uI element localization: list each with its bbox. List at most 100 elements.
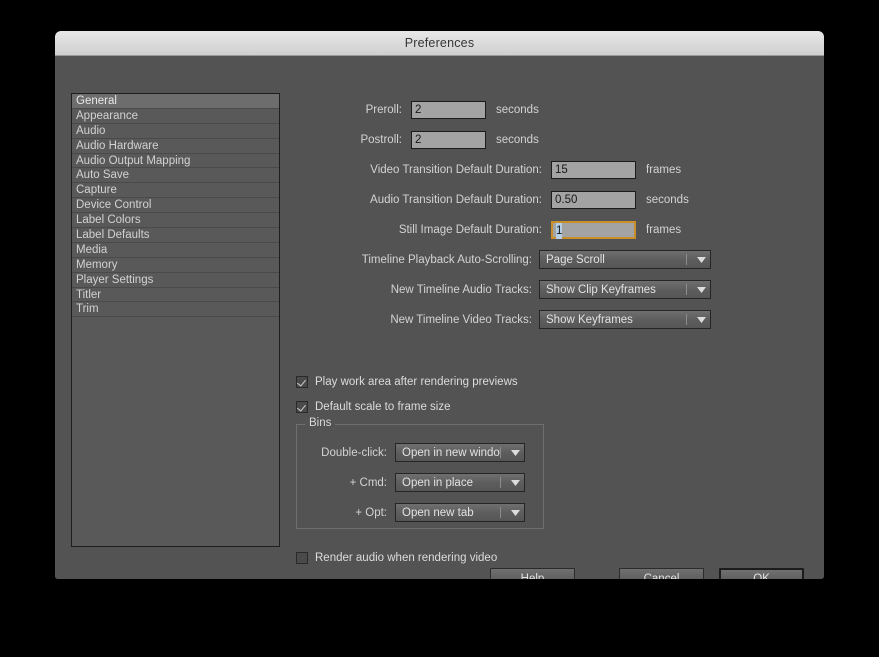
dropdown-separator: [686, 314, 687, 325]
sidebar-item-titler[interactable]: Titler: [72, 288, 279, 303]
play-work-area-checkbox[interactable]: [296, 376, 308, 388]
new-video-tracks-value: Show Keyframes: [546, 313, 633, 326]
sidebar-item-device-control[interactable]: Device Control: [72, 198, 279, 214]
chevron-down-icon: [692, 281, 710, 298]
chevron-down-icon: [506, 504, 524, 521]
sidebar-item-label: Titler: [76, 288, 102, 301]
still-image-duration-row: Still Image Default Duration: 1 frames: [292, 221, 681, 239]
bins-opt-dropdown[interactable]: Open new tab: [395, 503, 525, 522]
sidebar-item-memory[interactable]: Memory: [72, 258, 279, 273]
sidebar-item-auto-save[interactable]: Auto Save: [72, 168, 279, 184]
ok-button[interactable]: OK: [719, 568, 804, 579]
preroll-value: 2: [415, 104, 422, 116]
chevron-down-icon: [692, 311, 710, 328]
sidebar-item-label: Appearance: [76, 109, 139, 122]
dropdown-separator: [500, 477, 501, 488]
play-work-area-row[interactable]: Play work area after rendering previews: [296, 376, 518, 388]
dialog-title: Preferences: [404, 36, 475, 50]
sidebar-item-appearance[interactable]: Appearance: [72, 109, 279, 124]
dropdown-separator: [500, 447, 501, 458]
video-transition-duration-value: 15: [555, 164, 568, 176]
sidebar-item-trim[interactable]: Trim: [72, 302, 279, 318]
cancel-button-label: Cancel: [643, 572, 680, 580]
bins-cmd-dropdown[interactable]: Open in place: [395, 473, 525, 492]
sidebar-item-capture[interactable]: Capture: [72, 183, 279, 199]
sidebar-item-label-defaults[interactable]: Label Defaults: [72, 228, 279, 243]
sidebar-item-label: Device Control: [76, 199, 152, 212]
sidebar-item-label: Label Colors: [76, 214, 141, 227]
bins-opt-value: Open new tab: [402, 506, 474, 519]
chevron-down-icon: [692, 251, 710, 268]
sidebar-item-label: Audio Output Mapping: [76, 154, 191, 167]
new-audio-tracks-value: Show Clip Keyframes: [546, 283, 656, 296]
dropdown-separator: [686, 254, 687, 265]
chevron-down-icon: [506, 444, 524, 461]
sidebar-item-player-settings[interactable]: Player Settings: [72, 273, 279, 288]
still-image-duration-input[interactable]: 1: [551, 221, 636, 239]
auto-scrolling-label: Timeline Playback Auto-Scrolling:: [361, 253, 532, 266]
sidebar-item-label-colors[interactable]: Label Colors: [72, 213, 279, 229]
video-transition-duration-unit: frames: [646, 164, 682, 176]
audio-transition-duration-value: 0.50: [555, 194, 578, 206]
new-audio-tracks-row: New Timeline Audio Tracks: Show Clip Key…: [292, 280, 711, 299]
preroll-row: Preroll: 2 seconds: [292, 101, 602, 119]
auto-scrolling-value: Page Scroll: [546, 253, 605, 266]
default-scale-row[interactable]: Default scale to frame size: [296, 401, 451, 413]
audio-transition-duration-unit: seconds: [646, 194, 689, 206]
new-video-tracks-row: New Timeline Video Tracks: Show Keyframe…: [292, 310, 711, 329]
cancel-button[interactable]: Cancel: [619, 568, 704, 579]
postroll-row: Postroll: 2 seconds: [292, 131, 602, 149]
postroll-value: 2: [415, 134, 422, 146]
bins-double-click-dropdown[interactable]: Open in new window: [395, 443, 525, 462]
new-video-tracks-label: New Timeline Video Tracks:: [390, 313, 532, 326]
preroll-label: Preroll:: [365, 104, 402, 116]
bins-double-click-row: Double-click: Open in new window: [307, 443, 525, 462]
new-audio-tracks-dropdown[interactable]: Show Clip Keyframes: [539, 280, 711, 299]
dropdown-separator: [500, 507, 501, 518]
new-audio-tracks-label: New Timeline Audio Tracks:: [390, 283, 532, 296]
sidebar-item-audio-hardware[interactable]: Audio Hardware: [72, 139, 279, 154]
video-transition-duration-row: Video Transition Default Duration: 15 fr…: [292, 161, 681, 179]
render-audio-checkbox[interactable]: [296, 552, 308, 564]
bins-double-click-label: Double-click:: [321, 446, 387, 459]
still-image-duration-unit: frames: [646, 224, 682, 236]
sidebar-item-label: Audio Hardware: [76, 139, 159, 152]
sidebar-item-label: Player Settings: [76, 273, 154, 286]
audio-transition-duration-input[interactable]: 0.50: [551, 191, 636, 209]
bins-double-click-value: Open in new window: [402, 446, 500, 459]
render-audio-row[interactable]: Render audio when rendering video: [296, 552, 497, 564]
bins-group: Bins Double-click: Open in new window + …: [296, 417, 544, 529]
sidebar-item-general[interactable]: General: [72, 94, 279, 109]
chevron-down-icon: [506, 474, 524, 491]
dialog-body: General Appearance Audio Audio Hardware …: [55, 56, 824, 579]
preferences-category-list[interactable]: General Appearance Audio Audio Hardware …: [71, 93, 280, 547]
general-settings-pane: Preroll: 2 seconds Postroll: 2 seconds V…: [292, 93, 802, 573]
preferences-dialog: Preferences General Appearance Audio Aud…: [55, 31, 824, 579]
sidebar-item-label: Trim: [76, 303, 99, 316]
sidebar-item-audio-output-mapping[interactable]: Audio Output Mapping: [72, 154, 279, 169]
still-image-duration-label: Still Image Default Duration:: [398, 224, 542, 236]
play-work-area-label: Play work area after rendering previews: [315, 376, 518, 388]
video-transition-duration-label: Video Transition Default Duration:: [370, 164, 542, 176]
dropdown-separator: [686, 284, 687, 295]
sidebar-item-label: Memory: [76, 258, 118, 271]
help-button-label: Help: [520, 572, 545, 580]
postroll-input[interactable]: 2: [411, 131, 486, 149]
dialog-titlebar: Preferences: [55, 31, 824, 56]
sidebar-item-label: Capture: [76, 184, 117, 197]
sidebar-item-label: Media: [76, 243, 108, 256]
default-scale-label: Default scale to frame size: [315, 401, 451, 413]
bins-cmd-row: + Cmd: Open in place: [307, 473, 525, 492]
still-image-duration-value: 1: [556, 223, 563, 239]
ok-button-label: OK: [753, 572, 770, 580]
preroll-input[interactable]: 2: [411, 101, 486, 119]
help-button[interactable]: Help: [490, 568, 575, 579]
sidebar-item-label: General: [76, 95, 117, 107]
bins-opt-row: + Opt: Open new tab: [307, 503, 525, 522]
sidebar-item-media[interactable]: Media: [72, 243, 279, 258]
sidebar-item-audio[interactable]: Audio: [72, 124, 279, 139]
default-scale-checkbox[interactable]: [296, 401, 308, 413]
auto-scrolling-dropdown[interactable]: Page Scroll: [539, 250, 711, 269]
video-transition-duration-input[interactable]: 15: [551, 161, 636, 179]
new-video-tracks-dropdown[interactable]: Show Keyframes: [539, 310, 711, 329]
